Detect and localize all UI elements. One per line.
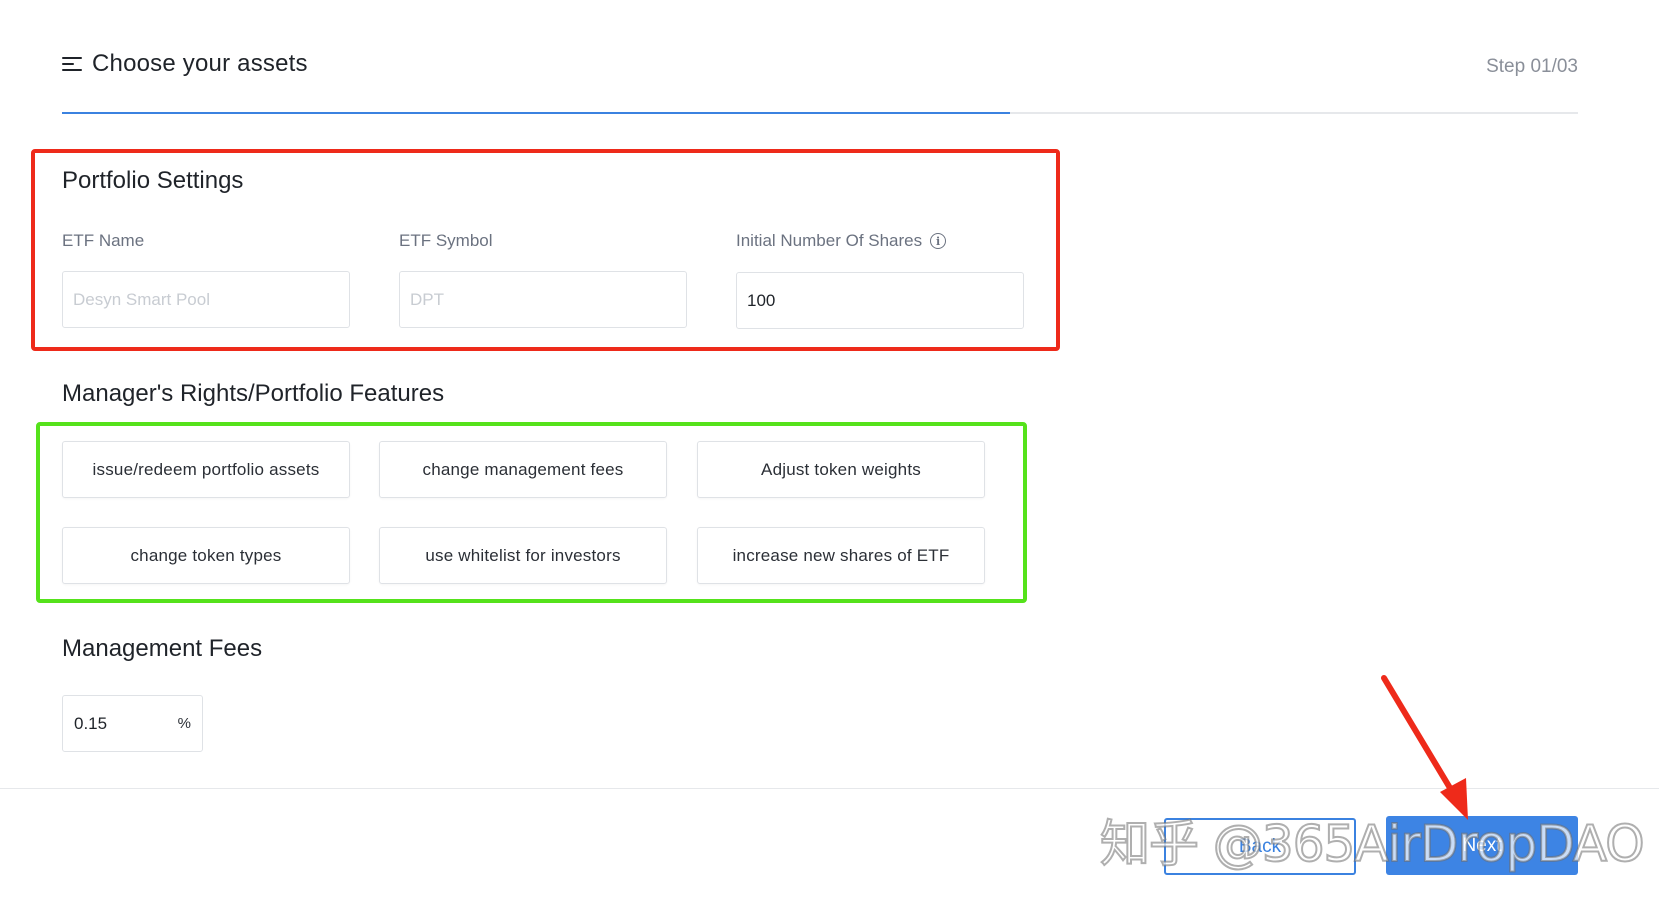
progress-bar (62, 112, 1578, 114)
management-fee-value: 0.15 (74, 713, 108, 733)
etf-name-input[interactable]: Desyn Smart Pool (62, 271, 350, 328)
page-title: Choose your assets (92, 50, 308, 77)
initial-shares-label: Initial Number Of Shares i (736, 231, 947, 251)
feature-adjust-weights-button[interactable]: Adjust token weights (697, 441, 985, 498)
watermark: 知乎 @365AirDropDAO (1099, 814, 1646, 874)
initial-shares-input[interactable]: 100 (736, 272, 1024, 329)
step-indicator: Step 01/03 (1486, 56, 1578, 77)
feature-increase-shares-button[interactable]: increase new shares of ETF (697, 527, 985, 584)
management-fee-input[interactable]: 0.15 % (62, 695, 203, 752)
menu-icon[interactable] (62, 55, 82, 73)
portfolio-settings-title: Portfolio Settings (62, 167, 244, 194)
info-icon[interactable]: i (930, 233, 947, 249)
page-header: Choose your assets (62, 50, 308, 78)
etf-name-label: ETF Name (62, 231, 145, 250)
percent-unit: % (177, 715, 191, 732)
etf-symbol-label: ETF Symbol (399, 231, 493, 250)
feature-change-token-types-button[interactable]: change token types (62, 527, 350, 584)
feature-issue-redeem-button[interactable]: issue/redeem portfolio assets (62, 441, 350, 498)
etf-symbol-input[interactable]: DPT (399, 271, 687, 328)
feature-change-fees-button[interactable]: change management fees (379, 441, 667, 498)
progress-bar-fill (62, 112, 1010, 114)
features-title: Manager's Rights/Portfolio Features (62, 380, 445, 407)
management-fees-title: Management Fees (62, 635, 263, 662)
feature-whitelist-button[interactable]: use whitelist for investors (379, 527, 667, 584)
